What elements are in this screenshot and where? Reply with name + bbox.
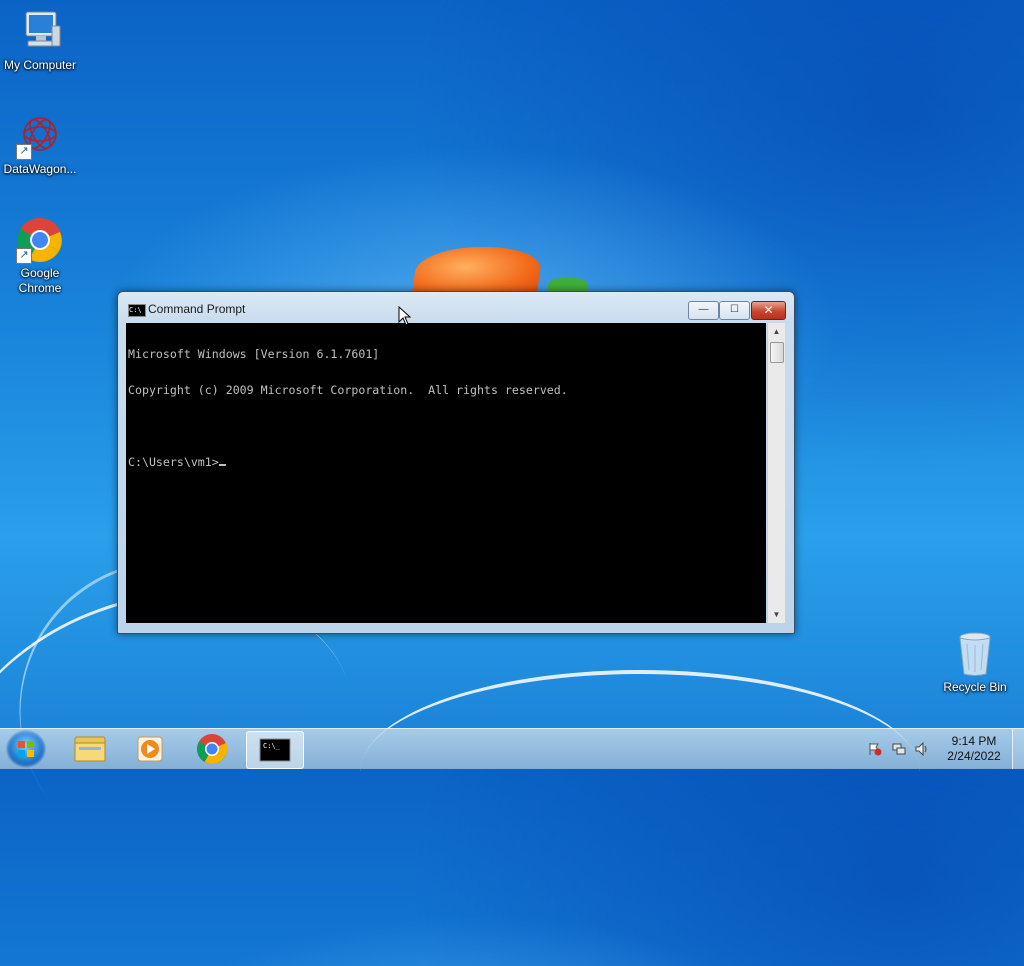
desktop-icon-label: My Computer [3, 58, 77, 72]
cmd-icon: C:\_ [259, 738, 291, 762]
media-player-icon [137, 736, 163, 762]
console-line: Copyright (c) 2009 Microsoft Corporation… [128, 383, 568, 397]
clock-time: 9:14 PM [951, 734, 997, 748]
shortcut-arrow-icon: ↗ [16, 248, 32, 264]
wallpaper-swoosh [360, 670, 920, 874]
console-line: Microsoft Windows [Version 6.1.7601] [128, 347, 380, 361]
scroll-up-arrow-icon[interactable]: ▲ [768, 323, 785, 340]
desktop-icon-my-computer[interactable]: My Computer [0, 8, 80, 73]
wallpaper-logo-orange [411, 247, 544, 297]
computer-icon [16, 8, 64, 56]
system-clock[interactable]: 9:14 PM 2/24/2022 [930, 734, 1018, 764]
chrome-icon [196, 734, 228, 765]
console-prompt: C:\Users\vm1> [128, 455, 219, 469]
action-center-flag-icon[interactable] [868, 742, 882, 756]
start-button[interactable] [6, 730, 46, 768]
mouse-pointer-icon [398, 306, 412, 326]
datawagon-icon: ↗ [16, 112, 64, 160]
recycle-bin-icon [951, 630, 999, 678]
folder-icon [74, 736, 106, 762]
desktop-icon-label: DataWagon... [3, 162, 77, 176]
show-desktop-button[interactable] [1012, 729, 1024, 769]
console-prompt-line[interactable]: C:\Users\vm1> [128, 456, 766, 468]
shortcut-arrow-icon: ↗ [16, 144, 32, 160]
desktop-icon-label: Google Chrome [18, 266, 62, 295]
scroll-down-arrow-icon[interactable]: ▼ [768, 606, 785, 623]
command-prompt-window[interactable]: C:\ Command Prompt — ☐ ✕ Microsoft Windo… [117, 291, 795, 634]
cmd-icon: C:\ [128, 304, 146, 317]
minimize-button[interactable]: — [688, 301, 719, 320]
taskbar-media-player[interactable] [122, 731, 178, 767]
volume-icon[interactable] [915, 741, 929, 757]
taskbar: C:\_ 9:14 PM 2/24/2022 [0, 728, 1024, 769]
desktop-icon-recycle-bin[interactable]: Recycle Bin [935, 630, 1015, 695]
taskbar-command-prompt[interactable]: C:\_ [246, 731, 304, 769]
close-button[interactable]: ✕ [751, 301, 786, 320]
taskbar-file-explorer[interactable] [62, 731, 118, 767]
desktop-icon-datawagon[interactable]: ↗ DataWagon... [0, 112, 80, 177]
title-bar[interactable]: C:\ Command Prompt — ☐ ✕ [118, 292, 794, 322]
clock-date: 2/24/2022 [947, 749, 1001, 763]
taskbar-chrome[interactable] [184, 731, 240, 767]
chrome-icon: ↗ [16, 216, 64, 264]
desktop-icon-google-chrome[interactable]: ↗ Google Chrome [0, 216, 80, 296]
text-cursor [218, 464, 226, 466]
scrollbar-thumb[interactable] [770, 342, 784, 363]
window-title: Command Prompt [148, 302, 246, 316]
vertical-scrollbar[interactable]: ▲ ▼ [767, 323, 785, 623]
svg-text:C:\_: C:\_ [263, 742, 281, 750]
network-icon[interactable] [892, 742, 906, 756]
maximize-button[interactable]: ☐ [719, 301, 750, 320]
console-output[interactable]: Microsoft Windows [Version 6.1.7601] Cop… [126, 323, 766, 623]
desktop-icon-label: Recycle Bin [943, 680, 1007, 694]
windows-logo-icon [18, 741, 34, 757]
